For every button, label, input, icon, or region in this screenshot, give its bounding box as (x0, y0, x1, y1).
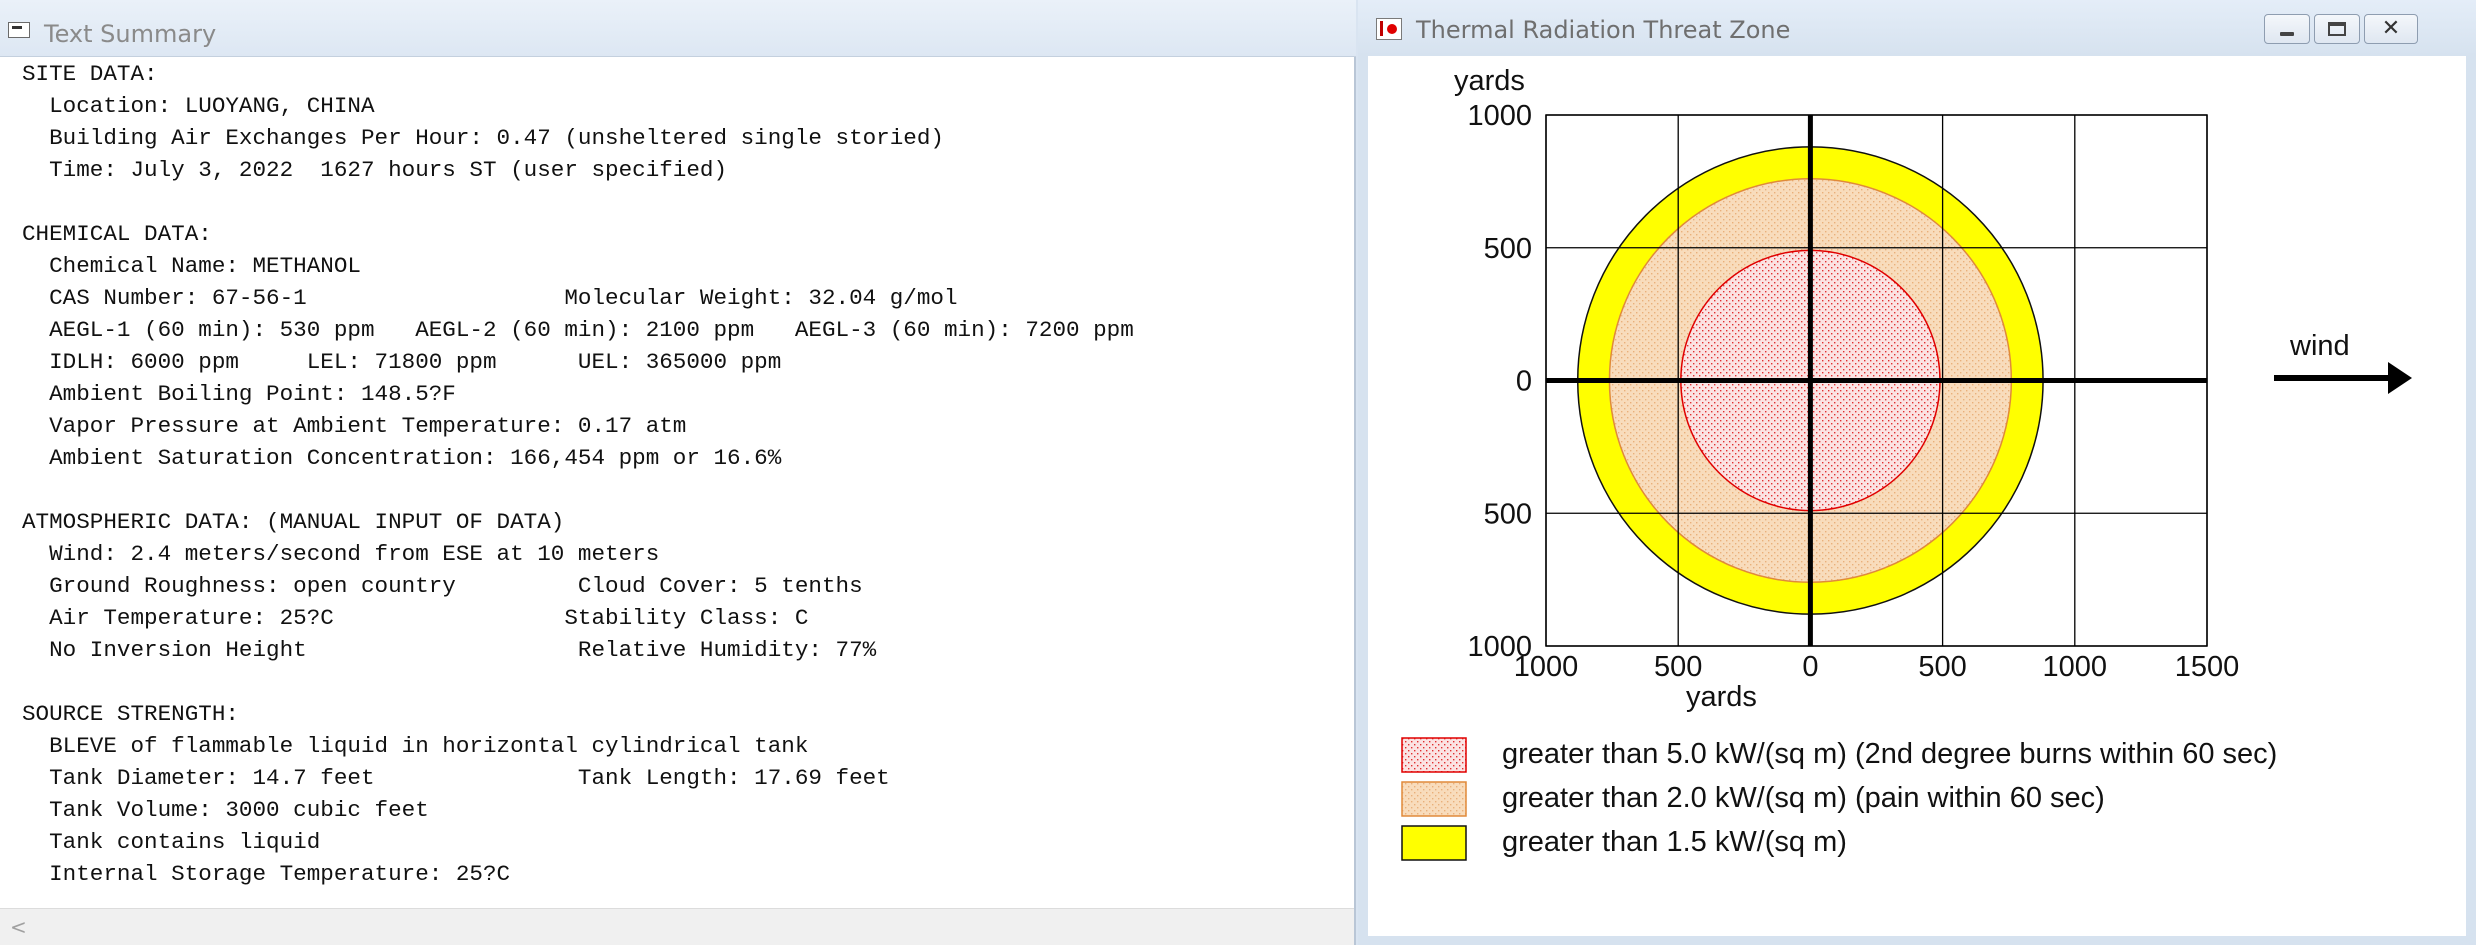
summary-line: ATMOSPHERIC DATA: (MANUAL INPUT OF DATA) (22, 509, 565, 535)
text-summary-titlebar[interactable]: Text Summary (0, 0, 1356, 57)
summary-line: IDLH: 6000 ppm LEL: 71800 ppm UEL: 36500… (49, 349, 782, 375)
threat-zone-app-icon (1376, 18, 1402, 40)
summary-line: Ambient Boiling Point: 148.5?F (49, 381, 456, 407)
y-tick-label: 1000 (1467, 100, 1532, 132)
x-tick-label: 1500 (2175, 651, 2240, 683)
summary-line: Chemical Name: METHANOL (49, 253, 361, 279)
summary-line: SOURCE STRENGTH: (22, 701, 239, 727)
summary-line: Building Air Exchanges Per Hour: 0.47 (u… (49, 125, 944, 151)
legend-label: greater than 1.5 kW/(sq m) (1502, 826, 1847, 858)
summary-line: Location: LUOYANG, CHINA (49, 93, 375, 119)
summary-line: BLEVE of flammable liquid in horizontal … (49, 733, 809, 759)
y-tick-label: 1000 (1467, 631, 1532, 663)
close-button[interactable]: ✕ (2364, 14, 2418, 44)
summary-line: Air Temperature: 25?C Stability Class: C (49, 605, 809, 631)
y-axis-label: yards (1454, 65, 1525, 97)
summary-line: Tank Volume: 3000 cubic feet (49, 797, 429, 823)
summary-line: Ambient Saturation Concentration: 166,45… (49, 445, 782, 471)
summary-line: Vapor Pressure at Ambient Temperature: 0… (49, 413, 687, 439)
legend-swatch (1401, 737, 1467, 773)
x-tick-label: 500 (1918, 651, 1966, 683)
y-tick-label: 500 (1484, 498, 1532, 530)
text-summary-window: Text Summary SITE DATA: Location: LUOYAN… (0, 0, 1356, 945)
summary-line: SITE DATA: (22, 61, 158, 87)
legend-label: greater than 2.0 kW/(sq m) (pain within … (1502, 782, 2105, 814)
y-tick-label: 0 (1516, 366, 1532, 398)
legend-swatch (1401, 781, 1467, 817)
wind-label: wind (2289, 330, 2350, 362)
scroll-left-arrow-icon[interactable]: < (10, 915, 27, 939)
legend-label: greater than 5.0 kW/(sq m) (2nd degree b… (1502, 738, 2277, 770)
summary-line: No Inversion Height Relative Humidity: 7… (49, 637, 877, 663)
horizontal-scrollbar[interactable]: < (0, 908, 1354, 945)
summary-line: Tank contains liquid (49, 829, 321, 855)
window-title: Thermal Radiation Threat Zone (1416, 16, 1791, 44)
minimize-icon (2280, 32, 2294, 36)
x-tick-label: 0 (1802, 651, 1818, 683)
summary-line: Time: July 3, 2022 1627 hours ST (user s… (49, 157, 728, 183)
y-tick-label: 500 (1484, 233, 1532, 265)
summary-line: CHEMICAL DATA: (22, 221, 212, 247)
threat-zone-titlebar[interactable]: Thermal Radiation Threat Zone ✕ (1358, 0, 2476, 56)
close-icon: ✕ (2381, 16, 2401, 41)
summary-line: Ground Roughness: open country Cloud Cov… (49, 573, 863, 599)
threat-zone-chart: 1000 500 0 500 1000 1500100050005001000 yards… (1401, 65, 2412, 861)
x-tick-label: 500 (1654, 651, 1702, 683)
maximize-button[interactable] (2314, 14, 2360, 44)
summary-line: Wind: 2.4 meters/second from ESE at 10 m… (49, 541, 660, 567)
legend-swatch (1401, 825, 1467, 861)
summary-line: AEGL-1 (60 min): 530 ppm AEGL-2 (60 min)… (49, 317, 1134, 343)
summary-line: CAS Number: 67-56-1 Molecular Weight: 32… (49, 285, 958, 311)
wind-arrow-icon (2388, 362, 2412, 394)
wind-indicator: wind (2274, 330, 2412, 394)
window-title: Text Summary (44, 20, 217, 48)
minimize-button[interactable] (2264, 14, 2310, 44)
summary-line: Internal Storage Temperature: 25?C (49, 861, 511, 887)
app-icon (8, 22, 30, 38)
threat-zone-plot-area: 1000 500 0 500 1000 1500 1000 500 0 500 1000 yards… (1368, 56, 2466, 936)
x-axis-label: yards (1686, 681, 1757, 713)
x-tick-label: 1000 (2043, 651, 2108, 683)
threat-zone-window: Thermal Radiation Threat Zone ✕ 1000 500 0… (1358, 0, 2476, 945)
maximize-icon (2328, 22, 2346, 36)
summary-text: SITE DATA: Location: LUOYANG, CHINA Buil… (22, 58, 1134, 890)
summary-line: Tank Diameter: 14.7 feet Tank Length: 17… (49, 765, 890, 791)
